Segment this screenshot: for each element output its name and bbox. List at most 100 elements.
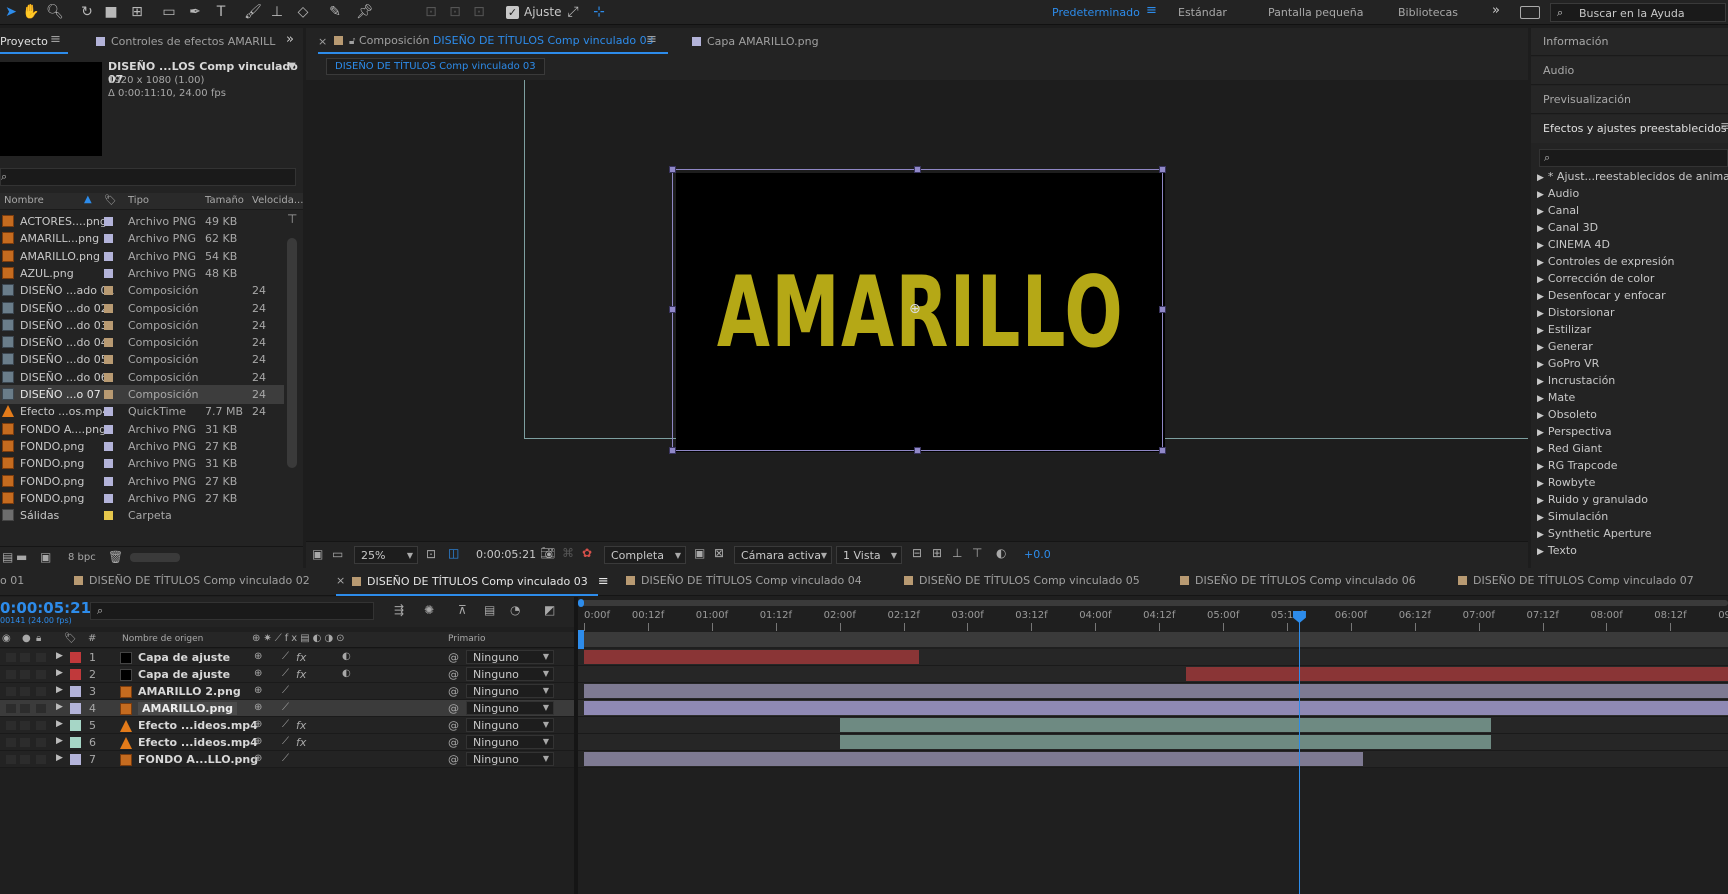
- time-ruler[interactable]: 0:00f 00:12f 01:00f 01:12f 02:00f 02:12f 03:00…: [578, 607, 1728, 631]
- snapshot-icon[interactable]: 📷︎: [540, 546, 555, 560]
- transparency-grid-icon[interactable]: ◫: [448, 546, 459, 560]
- layer-tab[interactable]: Capa AMARILLO.png: [692, 35, 819, 48]
- label-color-icon[interactable]: [70, 720, 81, 731]
- pen-tool-icon[interactable]: ✒: [186, 3, 204, 21]
- shy-switch-icon[interactable]: ⊕: [254, 702, 262, 713]
- help-search-input[interactable]: ⌕ Buscar en la Ayuda: [1550, 3, 1726, 22]
- comp-breadcrumb[interactable]: DISEÑO DE TÍTULOS Comp vinculado 03: [326, 58, 545, 75]
- layer-duration-bar[interactable]: [584, 684, 1728, 698]
- effects-category[interactable]: ▶ Distorsionar: [1537, 306, 1615, 319]
- hand-tool-icon[interactable]: ✋: [22, 3, 40, 21]
- quality-switch-icon[interactable]: ⟋: [282, 753, 289, 764]
- audio-tab[interactable]: Audio: [1531, 57, 1728, 85]
- close-tab-icon[interactable]: ×: [318, 35, 327, 48]
- video-toggle[interactable]: [6, 653, 16, 662]
- workspace-pantalla-pequena[interactable]: Pantalla pequeña: [1268, 6, 1363, 19]
- bit-depth-label[interactable]: 8 bpc: [68, 552, 96, 563]
- parent-select[interactable]: Ninguno ▼: [466, 752, 554, 766]
- quality-switch-icon[interactable]: ⟋: [282, 719, 289, 730]
- timeline-tracks-area[interactable]: 0:00f 00:12f 01:00f 01:12f 02:00f 02:12f 03:00…: [578, 597, 1728, 894]
- draft-3d-icon[interactable]: ✺: [424, 603, 434, 617]
- axis-local-icon[interactable]: ⊡: [422, 3, 440, 21]
- col-source-name[interactable]: Nombre de origen: [122, 634, 203, 644]
- layer-name[interactable]: Efecto ...ideos.mp4: [138, 719, 258, 732]
- timeline-icon[interactable]: ⊥: [952, 546, 962, 560]
- pickwhip-icon[interactable]: @: [448, 702, 459, 715]
- label-color-icon[interactable]: [104, 424, 113, 434]
- layer-name[interactable]: AMARILLO 2.png: [138, 685, 241, 698]
- label-color-icon[interactable]: [104, 441, 113, 451]
- lock-toggle[interactable]: [36, 704, 46, 713]
- label-color-icon[interactable]: [70, 652, 81, 663]
- effects-category[interactable]: ▶ RG Trapcode: [1537, 459, 1617, 472]
- effects-category[interactable]: ▶ Mate: [1537, 391, 1575, 404]
- layer-name[interactable]: FONDO A...LLO.png: [138, 753, 258, 766]
- fx-switch-icon[interactable]: fx: [296, 736, 306, 749]
- project-item[interactable]: AZUL.png Archivo PNG 48 KB: [0, 264, 284, 283]
- flowchart-icon[interactable]: ⊤: [972, 546, 982, 560]
- pan-behind-tool-icon[interactable]: ⊞: [128, 3, 146, 21]
- label-color-icon[interactable]: [70, 737, 81, 748]
- reset-exposure-icon[interactable]: ◐: [996, 546, 1006, 560]
- frame-blending-icon[interactable]: ▤: [484, 603, 495, 617]
- workspace-bibliotecas[interactable]: Bibliotecas: [1398, 6, 1458, 19]
- fx-switch-icon[interactable]: fx: [296, 651, 306, 664]
- effects-category[interactable]: ▶ Perspectiva: [1537, 425, 1612, 438]
- solo-icon[interactable]: ●: [22, 633, 31, 644]
- transform-handle-tr[interactable]: [1159, 166, 1166, 173]
- new-folder-icon[interactable]: ▬: [16, 550, 27, 564]
- workspace-estandar[interactable]: Estándar: [1178, 6, 1227, 19]
- pickwhip-icon[interactable]: @: [448, 685, 459, 698]
- lock-toggle[interactable]: [36, 670, 46, 679]
- fx-switch-icon[interactable]: fx: [296, 668, 306, 681]
- col-name[interactable]: Nombre: [4, 195, 44, 206]
- adjustment-layer-icon[interactable]: ◐: [342, 651, 351, 662]
- expand-triangle-icon[interactable]: ▶: [56, 685, 63, 695]
- anchor-point-icon[interactable]: ⊕: [909, 301, 921, 317]
- parent-select[interactable]: Ninguno ▼: [466, 667, 554, 681]
- project-search-input[interactable]: ⌕: [0, 168, 296, 186]
- camera-select[interactable]: Cámara activa ▼: [734, 546, 832, 564]
- project-item[interactable]: DISEÑO ...do 06 Composición 24: [0, 368, 284, 387]
- timeline-tab[interactable]: DISEÑO DE TÍTULOS Comp vinculado 07: [1458, 574, 1694, 587]
- effects-category[interactable]: ▶ Obsoleto: [1537, 408, 1597, 421]
- text-tool-icon[interactable]: T: [212, 3, 230, 21]
- axis-view-icon[interactable]: ⊡: [470, 3, 488, 21]
- comp-viewer[interactable]: AMARILLO ⊕: [306, 80, 1528, 541]
- shy-icon[interactable]: ⊼: [458, 603, 467, 617]
- project-item[interactable]: DISEÑO ...o 07 Composición 24: [0, 385, 284, 404]
- lock-icon[interactable]: 🔒︎: [36, 633, 41, 644]
- effects-category[interactable]: ▶ Simulación: [1537, 510, 1608, 523]
- shy-switch-icon[interactable]: ⊕: [254, 685, 262, 696]
- time-navigator-start-handle[interactable]: [578, 599, 584, 607]
- effects-category[interactable]: ▶ Audio: [1537, 187, 1579, 200]
- pickwhip-icon[interactable]: @: [448, 753, 459, 766]
- video-toggle[interactable]: [6, 670, 16, 679]
- info-tab[interactable]: Información: [1531, 28, 1728, 56]
- label-color-icon[interactable]: [104, 251, 113, 261]
- label-color-icon[interactable]: [104, 493, 113, 503]
- effects-category[interactable]: ▶ Canal: [1537, 204, 1579, 217]
- pickwhip-icon[interactable]: @: [448, 668, 459, 681]
- snap-options-icon[interactable]: ⊹: [590, 3, 608, 21]
- col-size[interactable]: Tamaño: [205, 195, 244, 206]
- effects-controls-tab[interactable]: Controles de efectos AMARILL: [96, 35, 275, 48]
- quality-switch-icon[interactable]: ⟋: [282, 668, 289, 679]
- parent-select[interactable]: Ninguno ▼: [466, 701, 554, 715]
- effects-category[interactable]: ▶ Incrustación: [1537, 374, 1615, 387]
- audio-toggle[interactable]: [20, 738, 30, 747]
- interpret-footage-icon[interactable]: ▤: [2, 550, 13, 564]
- pickwhip-icon[interactable]: @: [448, 651, 459, 664]
- work-area-start-handle[interactable]: [578, 630, 584, 649]
- viewer-timecode[interactable]: 0:00:05:21: [476, 548, 536, 561]
- sync-settings-icon[interactable]: [1520, 6, 1540, 19]
- effects-category[interactable]: ▶ CINEMA 4D: [1537, 238, 1610, 251]
- snap-icon[interactable]: ⤢: [564, 3, 582, 21]
- new-comp-icon[interactable]: ▣: [40, 550, 51, 564]
- exposure-value[interactable]: +0.0: [1024, 548, 1051, 561]
- audio-toggle[interactable]: [20, 670, 30, 679]
- audio-toggle[interactable]: [20, 653, 30, 662]
- comp-tab-menu-icon[interactable]: ≡: [646, 32, 657, 47]
- label-color-icon[interactable]: [70, 754, 81, 765]
- zoom-tool-icon[interactable]: 🔍︎: [46, 3, 64, 21]
